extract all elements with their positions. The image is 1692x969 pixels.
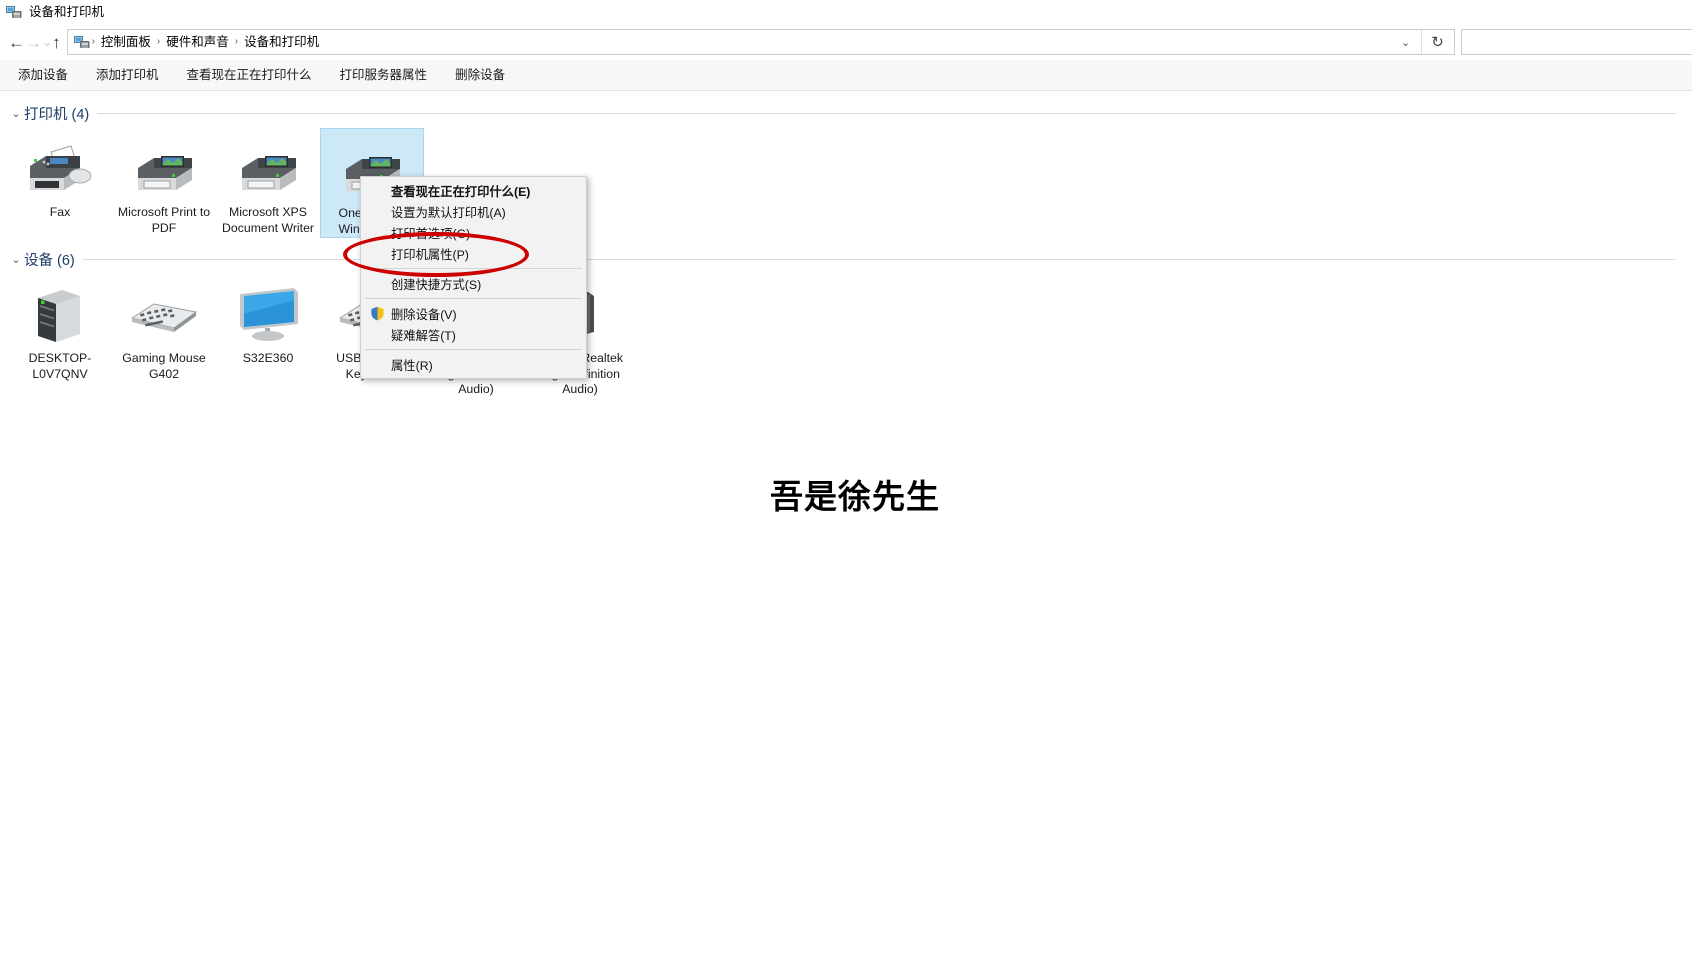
menu-separator [365, 268, 582, 269]
chevron-down-icon[interactable]: ⌄ [42, 28, 52, 56]
device-item-label: Fax [49, 205, 71, 219]
group-title: 打印机 (4) [24, 106, 90, 123]
menu-item-see-whats-printing[interactable]: 查看现在正在打印什么(E) [361, 180, 586, 201]
command-remove-device[interactable]: 删除设备 [441, 60, 519, 91]
watermark-text: 吾是徐先生 [770, 477, 940, 516]
group-header-1[interactable]: ⌄ 设备 (6) [8, 248, 1692, 270]
menu-item-label: 疑难解答(T) [391, 328, 456, 343]
content-area: ⌄ 打印机 (4) Fax Microsoft Print to PDF Microso… [0, 92, 1692, 969]
monitor-icon [230, 282, 306, 344]
menu-item-label: 创建快捷方式(S) [391, 277, 482, 292]
chevron-down-icon[interactable]: ⌄ [8, 107, 24, 120]
chevron-down-icon[interactable]: ⌄ [1392, 30, 1420, 54]
device-item-label: Microsoft XPS Document Writer [221, 205, 315, 235]
menu-item-label: 删除设备(V) [391, 307, 457, 322]
command-add-device[interactable]: 添加设备 [4, 60, 82, 91]
menu-item-set-as-default-printer[interactable]: 设置为默认打印机(A) [361, 201, 586, 222]
context-menu[interactable]: 查看现在正在打印什么(E) 设置为默认打印机(A) 打印首选项(G) 打印机属性(P)… [360, 176, 587, 379]
back-arrow-icon[interactable]: ← [8, 28, 25, 56]
breadcrumb-control-panel[interactable]: 控制面板 [95, 30, 157, 54]
chevron-down-icon[interactable]: ⌄ [8, 253, 24, 266]
item-row: DESKTOP-L0V7QNV Gaming Mouse G402 S32E360 U… [8, 274, 1692, 398]
group-header-0[interactable]: ⌄ 打印机 (4) [8, 102, 1692, 124]
breadcrumb-devices-printers[interactable]: 设备和打印机 [238, 30, 325, 54]
device-item-label: DESKTOP-L0V7QNV [28, 351, 92, 381]
breadcrumb-hardware-sound[interactable]: 硬件和声音 [160, 30, 235, 54]
group-divider [82, 258, 1676, 260]
device-item[interactable]: Gaming Mouse G402 [112, 274, 216, 398]
device-item[interactable]: Fax [8, 128, 112, 238]
menu-item-remove-device[interactable]: 删除设备(V) [361, 303, 586, 324]
fax-machine-icon [22, 136, 98, 198]
search-input[interactable] [1460, 29, 1692, 55]
menu-item-properties[interactable]: 属性(R) [361, 354, 586, 375]
menu-item-label: 打印机属性(P) [391, 247, 469, 262]
group-divider [97, 112, 1676, 114]
menu-item-create-shortcut[interactable]: 创建快捷方式(S) [361, 273, 586, 294]
window-title-bar: 设备和打印机 [0, 0, 1692, 24]
menu-item-troubleshoot[interactable]: 疑难解答(T) [361, 324, 586, 345]
devices-printers-icon [73, 34, 90, 50]
device-item-label: S32E360 [242, 351, 294, 365]
keyboard-icon [126, 282, 202, 344]
group-title: 设备 (6) [24, 252, 75, 269]
device-item-label: Gaming Mouse G402 [122, 351, 206, 381]
printer-icon [126, 136, 202, 198]
devices-printers-icon [6, 4, 22, 20]
item-row: Fax Microsoft Print to PDF Microsoft XPS D… [8, 128, 1692, 238]
device-item[interactable]: DESKTOP-L0V7QNV [8, 274, 112, 398]
command-see-whats-printing[interactable]: 查看现在正在打印什么 [173, 60, 326, 91]
device-item[interactable]: S32E360 [216, 274, 320, 398]
device-item[interactable]: Microsoft XPS Document Writer [216, 128, 320, 238]
device-item-label: Microsoft Print to PDF [117, 205, 211, 235]
command-print-server-properties[interactable]: 打印服务器属性 [326, 60, 442, 91]
menu-item-label: 属性(R) [391, 358, 433, 373]
window-title: 设备和打印机 [29, 5, 105, 19]
menu-item-printing-preferences[interactable]: 打印首选项(G) [361, 222, 586, 243]
menu-item-label: 查看现在正在打印什么(E) [391, 184, 531, 199]
uac-shield-icon [370, 306, 385, 321]
printer-icon [230, 136, 306, 198]
refresh-icon[interactable]: ↻ [1420, 30, 1454, 54]
command-bar: 添加设备 添加打印机 查看现在正在打印什么 打印服务器属性 删除设备 [0, 60, 1692, 91]
forward-arrow-icon: → [25, 32, 42, 52]
menu-item-printer-properties[interactable]: 打印机属性(P) [361, 243, 586, 264]
address-bar[interactable]: › 控制面板 › 硬件和声音 › 设备和打印机 ⌄ ↻ [66, 29, 1455, 55]
navigation-bar: ← → ⌄ ↑ › 控制面板 › 硬件和声音 › 设备和打印机 ⌄ ↻ [0, 24, 1692, 60]
menu-separator [365, 298, 582, 299]
desktop-tower-icon [22, 282, 98, 344]
device-item[interactable]: Microsoft Print to PDF [112, 128, 216, 238]
menu-item-label: 设置为默认打印机(A) [391, 205, 506, 220]
menu-separator [365, 349, 582, 350]
menu-item-label: 打印首选项(G) [391, 226, 471, 241]
command-add-printer[interactable]: 添加打印机 [82, 60, 173, 91]
up-arrow-icon[interactable]: ↑ [52, 28, 61, 56]
